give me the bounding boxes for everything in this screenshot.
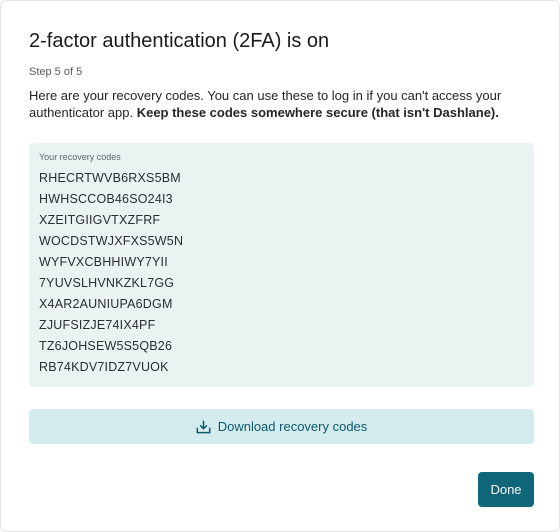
- recovery-code: RHECRTWVB6RXS5BM: [39, 171, 181, 185]
- recovery-code: XZEITGIIGVTXZFRF: [39, 213, 161, 227]
- recovery-code: X4AR2AUNIUPA6DGM: [39, 297, 173, 311]
- recovery-code: WOCDSTWJXFXS5W5N: [39, 234, 184, 248]
- download-button-label: Download recovery codes: [217, 419, 368, 434]
- recovery-code: ZJUFSIZJE74IX4PF: [39, 318, 156, 332]
- two-factor-dialog: 2-factor authentication (2FA) is on Step…: [0, 0, 560, 532]
- dialog-description: Here are your recovery codes. You can us…: [29, 87, 539, 121]
- recovery-codes-list: RHECRTWVB6RXS5BM HWHSCCOB46SO24I3 XZEITG…: [39, 168, 524, 378]
- recovery-code: HWHSCCOB46SO24I3: [39, 192, 173, 206]
- recovery-code: TZ6JOHSEW5S5QB26: [39, 339, 173, 353]
- recovery-code: WYFVXCBHHIWY7YII: [39, 255, 168, 269]
- step-indicator: Step 5 of 5: [29, 66, 83, 78]
- download-tray-icon: [196, 419, 211, 434]
- dialog-title: 2-factor authentication (2FA) is on: [29, 30, 330, 52]
- recovery-codes-label: Your recovery codes: [39, 152, 121, 162]
- recovery-code: RB74KDV7IDZ7VUOK: [39, 360, 169, 374]
- description-warning: Keep these codes somewhere secure (that …: [136, 105, 499, 120]
- recovery-code: 7YUVSLHVNKZKL7GG: [39, 276, 175, 290]
- download-recovery-codes-button[interactable]: Download recovery codes: [29, 409, 534, 444]
- recovery-codes-box: Your recovery codes RHECRTWVB6RXS5BM HWH…: [29, 143, 534, 387]
- done-button[interactable]: Done: [478, 472, 534, 507]
